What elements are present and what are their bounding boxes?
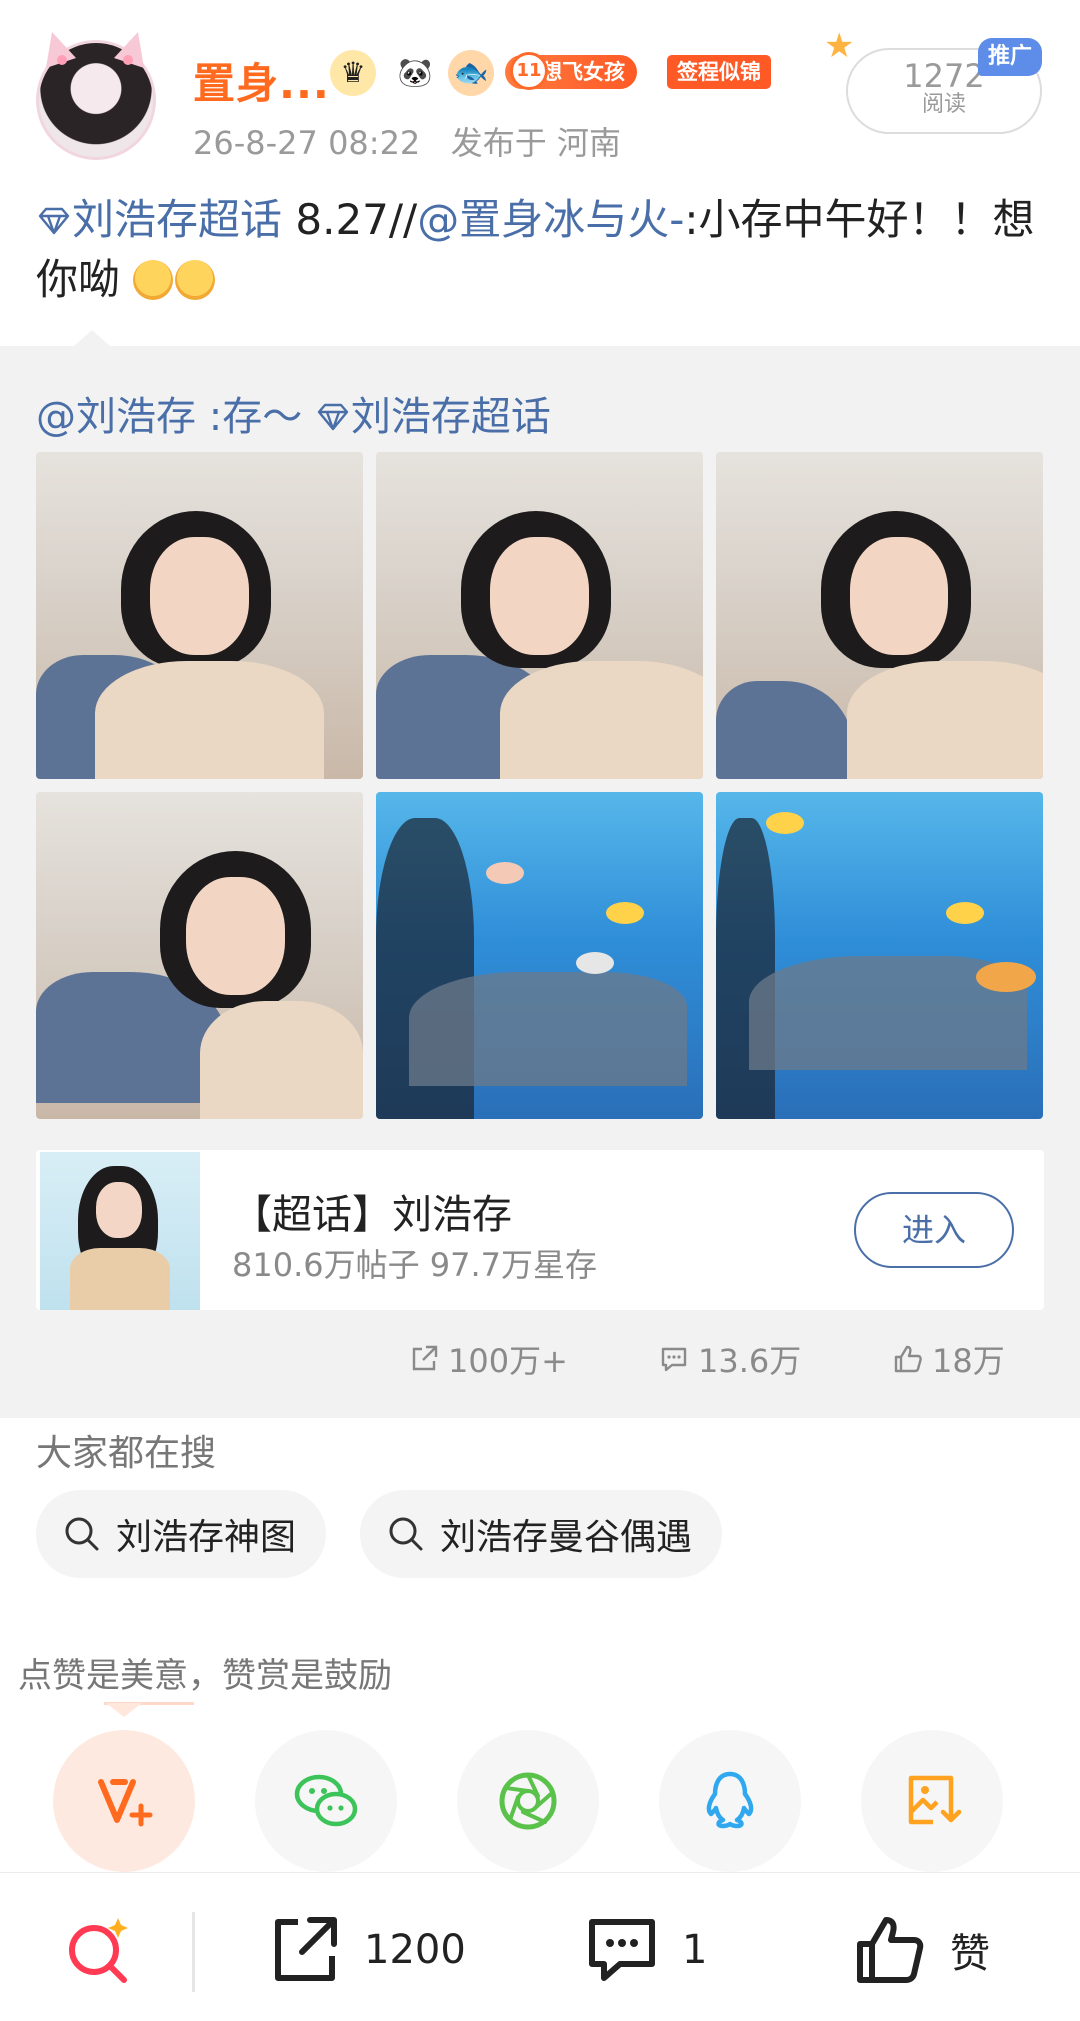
cat-ears-frame-icon [46, 32, 144, 68]
repost-comment-stat[interactable]: 13.6万 [658, 1336, 801, 1382]
super-topic-title: 【超话】刘浩存 [232, 1192, 512, 1238]
comment-icon [589, 1919, 655, 1981]
read-label: 阅读 [921, 92, 966, 117]
share-wechat-button[interactable] [255, 1730, 397, 1872]
fish-badge-icon[interactable]: 🐟 [448, 50, 494, 96]
share-qq-button[interactable] [659, 1730, 801, 1872]
sign-badge[interactable]: 签程似锦 [667, 55, 771, 89]
post-text: 刘浩存超话 8.27//@置身冰与火-:小存中午好！！想你呦 [36, 190, 1046, 310]
super-topic-label: 刘浩存超话 [72, 195, 283, 244]
repost-mention[interactable]: @刘浩存 [36, 394, 196, 440]
moments-aperture-icon [499, 1772, 557, 1830]
fan-level-number: 11 [510, 52, 548, 90]
repost-share-stat[interactable]: 100万+ [408, 1336, 568, 1382]
image-download-icon [908, 1775, 962, 1825]
photo-1[interactable] [36, 452, 363, 779]
bottom-like-button[interactable]: 赞 [852, 1912, 990, 1988]
photo-3[interactable] [716, 452, 1043, 779]
diamond-icon [317, 403, 349, 431]
panda-badge-icon[interactable]: 🐼 [392, 50, 438, 96]
repost-comment-count: 13.6万 [698, 1342, 802, 1380]
thumbs-up-icon [894, 1345, 922, 1373]
share-icon [412, 1345, 438, 1371]
trending-search-title: 大家都在搜 [36, 1433, 217, 1474]
bottom-share-count: 1200 [364, 1927, 466, 1973]
super-topic-stats: 810.6万帖子 97.7万星存 [232, 1246, 598, 1284]
search-icon [389, 1517, 423, 1551]
post-location: 发布于 河南 [450, 124, 621, 162]
save-image-button[interactable] [861, 1730, 1003, 1872]
comment-icon [661, 1347, 687, 1372]
search-chip-1[interactable]: 刘浩存神图 [36, 1490, 327, 1578]
bottom-like-label: 赞 [950, 1931, 990, 1977]
bottom-comment-count: 1 [682, 1927, 708, 1973]
photo-2[interactable] [376, 452, 703, 779]
repost-like-count: 18万 [932, 1342, 1005, 1380]
mention-link[interactable]: @置身冰与火- [417, 195, 684, 244]
promo-tag: 推广 [978, 38, 1042, 76]
shy-emoji-icon [175, 260, 216, 300]
repost-share-count: 100万+ [448, 1342, 568, 1380]
diamond-icon [38, 207, 70, 235]
search-chip-2[interactable]: 刘浩存曼谷偶遇 [360, 1490, 723, 1578]
search-chip-label: 刘浩存神图 [116, 1517, 297, 1558]
ai-search-button[interactable] [60, 1912, 136, 1988]
v-plus-icon [98, 1779, 153, 1827]
post-meta: 26-8-27 08:22 发布于 河南 [193, 118, 621, 164]
reward-v-plus-button[interactable] [53, 1730, 195, 1872]
username[interactable]: 置身... [193, 50, 330, 111]
smile-emoji-icon [133, 260, 174, 300]
ai-search-icon [69, 1918, 128, 1983]
bottom-comment-button[interactable]: 1 [584, 1912, 707, 1988]
crown-badge-icon[interactable]: ♛ [330, 50, 376, 96]
repost-body: :存～ [196, 394, 315, 440]
repost-topic-link[interactable]: 刘浩存超话 [315, 394, 551, 440]
repost-text: @刘浩存 :存～ 刘浩存超话 [36, 384, 551, 442]
wechat-icon [294, 1774, 358, 1827]
bottom-divider [192, 1912, 195, 1992]
reward-hint: 点赞是美意，赞赏是鼓励 [18, 1656, 392, 1696]
share-moments-button[interactable] [457, 1730, 599, 1872]
super-topic-link[interactable]: 刘浩存超话 [36, 195, 282, 244]
enter-button[interactable]: 进入 [854, 1192, 1014, 1268]
repost-topic-label: 刘浩存超话 [350, 394, 551, 440]
photo-4[interactable] [36, 792, 363, 1119]
post-date-text: 8.27// [282, 195, 418, 244]
post-time: 26-8-27 08:22 [193, 124, 421, 162]
repost-like-stat[interactable]: 18万 [892, 1336, 1005, 1382]
search-icon [65, 1517, 99, 1551]
search-chip-label: 刘浩存曼谷偶遇 [440, 1517, 693, 1558]
reward-pointer [106, 1703, 142, 1717]
photo-6[interactable] [716, 792, 1043, 1119]
super-topic-thumbnail [40, 1152, 200, 1310]
photo-5[interactable] [376, 792, 703, 1119]
bottom-share-button[interactable]: 1200 [266, 1912, 466, 1988]
share-icon [275, 1917, 337, 1981]
thumbs-up-icon [857, 1917, 924, 1983]
qq-penguin-icon [706, 1771, 754, 1829]
